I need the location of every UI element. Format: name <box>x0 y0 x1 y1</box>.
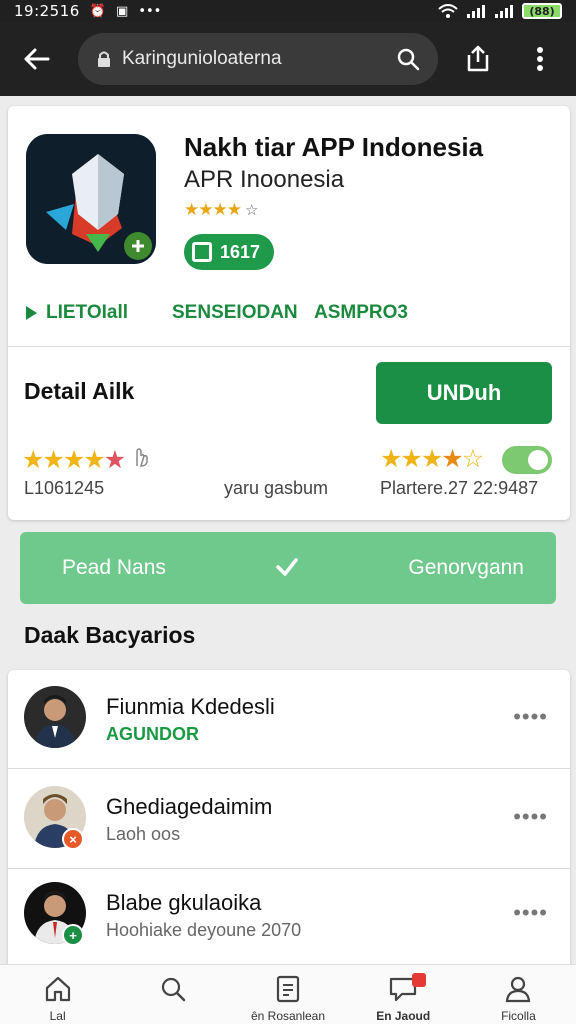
status-bar: 19:2516 ⏰ ▣ ••• (88) <box>0 0 576 22</box>
detail-title: Detail Ailk <box>24 378 135 404</box>
star-icon: ☆ <box>461 445 484 473</box>
tab-details[interactable]: LIETOIall <box>24 302 128 324</box>
toggle-switch[interactable] <box>502 446 552 474</box>
tab-sensei-label: SENSEIODAN <box>172 302 298 323</box>
status-badge: + <box>62 924 84 946</box>
more-horizontal-icon[interactable]: •••• <box>513 900 548 926</box>
list-item[interactable]: + Blabe gkulaoika Hoohiake deyoune 2070 … <box>8 866 570 962</box>
star-icon: ★ <box>420 445 443 473</box>
url-text: Karingunioloaterna <box>122 48 282 69</box>
banner-left-label: Pead Nans <box>62 556 166 579</box>
signal-icon-2 <box>495 5 513 18</box>
rating-stars-right: ★★★★☆ <box>380 444 484 474</box>
nav-search[interactable] <box>115 965 230 1024</box>
star-icon: ★ <box>441 445 463 473</box>
app-rating: ★★★★ ☆ <box>184 200 258 220</box>
action-banner[interactable]: Pead Nans Genorvgann <box>20 532 556 604</box>
list-item[interactable]: × Ghediagedaimim Laoh oos •••• <box>8 770 570 866</box>
banner-right-label: Genorvgann <box>408 556 524 579</box>
notification-dot <box>411 973 426 987</box>
user-list: Fiunmia Kdedesli AGUNDOR •••• × Ghediage… <box>8 670 570 970</box>
more-horizontal-icon[interactable]: •••• <box>513 704 548 730</box>
tab-asmpro-label: ASMPRO3 <box>314 302 408 323</box>
share-button[interactable] <box>456 37 500 81</box>
app-tabs: LIETOIall SENSEIODAN ASMPRO3 <box>8 302 570 332</box>
star-icon: ★ <box>103 446 126 474</box>
section-title: Daak Bacyarios <box>24 622 196 648</box>
status-time: 19:2516 <box>14 2 80 20</box>
list-item-name: Blabe gkulaoika <box>106 890 262 915</box>
app-icon[interactable] <box>26 134 156 264</box>
stat-left: L1061245 <box>24 478 105 498</box>
person-icon <box>506 976 531 1003</box>
stat-middle: yaru gasbum <box>224 478 329 498</box>
check-icon <box>276 558 298 576</box>
more-vertical-icon <box>537 47 543 71</box>
download-button[interactable]: UNDuh <box>376 362 552 424</box>
document-icon <box>276 975 300 1003</box>
nav-home-label: Lal <box>49 1009 66 1023</box>
search-icon <box>161 977 186 1002</box>
star-icon: ★ <box>22 446 44 474</box>
knight-logo-icon <box>26 134 156 264</box>
battery-icon: (88) <box>522 3 562 19</box>
arrow-left-icon <box>24 48 50 70</box>
lock-icon <box>98 51 110 67</box>
overflow-menu-button[interactable] <box>518 37 562 81</box>
browser-toolbar: Karingunioloaterna <box>0 22 576 96</box>
more-horizontal-icon[interactable]: •••• <box>513 804 548 830</box>
tab-asmpro[interactable]: ASMPRO3 <box>314 302 408 324</box>
badge-square-icon <box>192 242 212 262</box>
list-item-name: Ghediagedaimim <box>106 794 273 819</box>
wifi-icon <box>438 4 458 18</box>
more-notifications-icon: ••• <box>138 3 162 19</box>
signal-icon <box>467 5 485 18</box>
divider <box>8 768 570 769</box>
star-icon: ★ <box>83 446 105 474</box>
app-developer: APR Inoonesia <box>184 166 345 193</box>
avatar <box>24 686 86 748</box>
tab-sensei[interactable]: SENSEIODAN <box>172 302 298 324</box>
star-icon: ★ <box>380 445 402 473</box>
app-card: Nakh tiar APP Indonesia APR Inoonesia ★★… <box>8 106 570 520</box>
url-bar[interactable]: Karingunioloaterna <box>78 33 438 85</box>
app-title: Nakh tiar APP Indonesia <box>184 132 484 162</box>
nav-profile[interactable]: Ficolla <box>461 965 576 1024</box>
toggle-knob <box>528 450 548 470</box>
star-icon: ★ <box>42 446 64 474</box>
list-item-name: Fiunmia Kdedesli <box>106 694 275 719</box>
divider <box>8 346 570 347</box>
rating-half-star: ☆ <box>244 202 258 219</box>
gallery-icon: ▣ <box>116 3 129 19</box>
rating-stars-left: ★★★★★ <box>22 444 151 475</box>
nav-messages-label: En Jaoud <box>376 1009 431 1023</box>
nav-messages[interactable]: En Jaoud <box>346 965 461 1024</box>
tab-details-label: LIETOIall <box>46 302 129 323</box>
nav-profile-label: Ficolla <box>501 1009 536 1023</box>
rating-stars: ★★★★ <box>184 200 242 219</box>
play-icon <box>26 306 37 320</box>
nav-documents-label: ên Rosanlean <box>250 1009 326 1023</box>
list-item-subtitle: AGUNDOR <box>106 724 199 744</box>
status-badge: × <box>62 828 84 850</box>
share-icon <box>467 45 489 72</box>
list-item[interactable]: Fiunmia Kdedesli AGUNDOR •••• <box>8 670 570 766</box>
list-item-subtitle: Laoh oos <box>106 824 181 844</box>
star-icon: ★ <box>62 446 85 474</box>
bottom-navigation: Lal ên Rosanlean En Jaoud Ficolla <box>0 964 576 1024</box>
list-item-subtitle: Hoohiake deyoune 2070 <box>106 920 302 940</box>
search-icon[interactable] <box>396 47 420 71</box>
alarm-icon: ⏰ <box>89 3 107 19</box>
app-badge: 1617 <box>184 234 275 270</box>
nav-home[interactable]: Lal <box>0 965 115 1024</box>
stat-right: Plartere.27 22:9487 <box>380 478 539 498</box>
hand-pointer-icon <box>136 448 148 467</box>
person-avatar-icon <box>24 686 86 748</box>
home-icon <box>45 976 70 1002</box>
star-icon: ★ <box>400 445 422 473</box>
back-button[interactable] <box>14 37 58 81</box>
nav-documents[interactable]: ên Rosanlean <box>230 965 345 1024</box>
badge-label: 1617 <box>220 241 261 262</box>
